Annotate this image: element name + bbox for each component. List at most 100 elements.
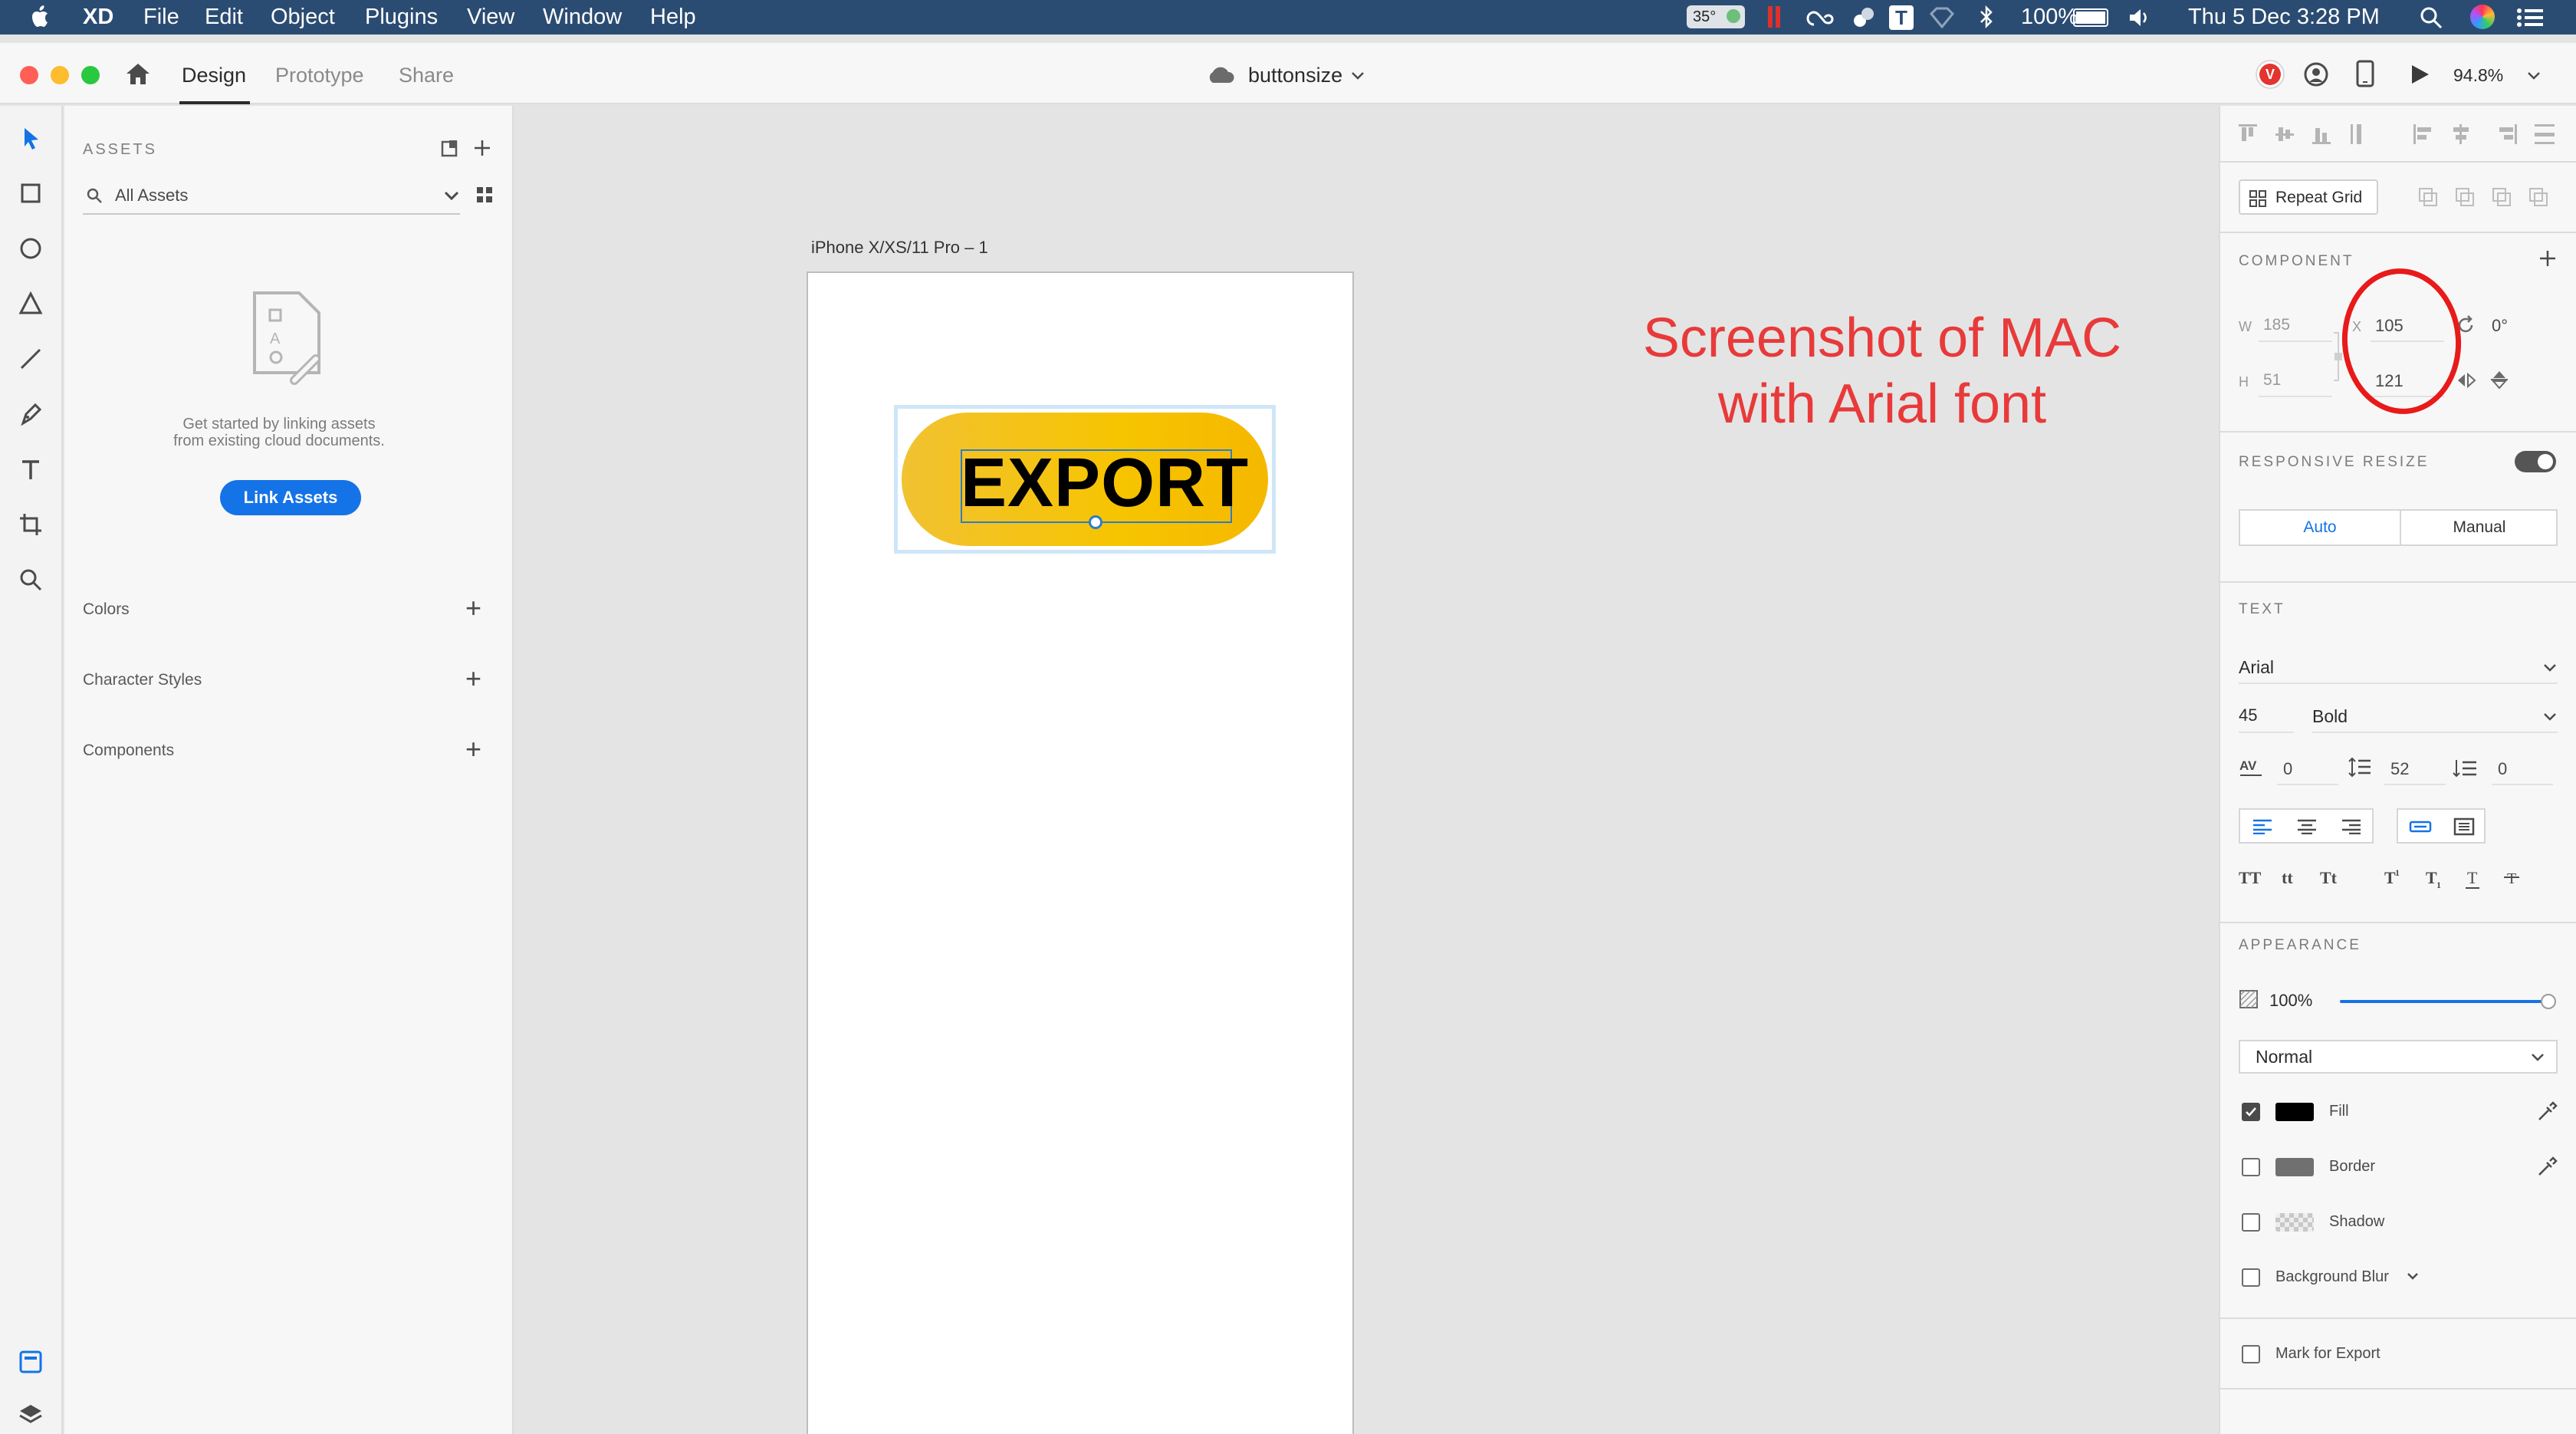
polygon-tool-icon[interactable] [17,290,44,317]
border-color-swatch[interactable] [2275,1158,2314,1176]
typeface-t-icon[interactable]: T [1889,5,1914,30]
menu-app-xd[interactable]: XD [83,4,113,30]
text-transform-icons[interactable]: TT tt Tt T1 T1 T T [2239,865,2561,891]
align-left-icon[interactable] [2252,819,2272,834]
add-asset-icon[interactable] [472,138,492,158]
layers-panel-icon[interactable] [17,1400,44,1428]
volume-icon[interactable] [2128,6,2153,29]
menu-plugins[interactable]: Plugins [365,4,438,30]
add-component-icon[interactable]: + [465,735,481,763]
share-user-icon[interactable] [2303,61,2329,87]
font-weight-dropdown[interactable]: Bold [2312,699,2558,733]
rectangle-tool-icon[interactable] [17,179,44,207]
assets-section-components[interactable]: Components + [83,735,481,763]
responsive-resize-toggle[interactable] [2515,451,2556,472]
rotation-value[interactable]: 0° [2492,316,2508,336]
window-zoom-button[interactable] [81,66,100,84]
tab-design[interactable]: Design [182,60,246,90]
home-icon[interactable] [124,61,152,86]
flip-horizontal-icon[interactable] [2455,370,2478,391]
border-checkbox[interactable] [2242,1158,2260,1176]
creative-cloud-icon[interactable] [1806,8,1837,28]
zoom-level[interactable]: 94.8% [2453,60,2503,90]
align-vertical-icons[interactable] [2237,121,2383,147]
background-blur-checkbox[interactable] [2242,1268,2260,1287]
artboard-label[interactable]: iPhone X/XS/11 Pro – 1 [811,238,988,258]
window-minimize-button[interactable] [51,66,69,84]
repeat-grid-button[interactable]: Repeat Grid [2239,179,2378,215]
grid-view-icon[interactable] [475,186,494,204]
export-button-label[interactable]: EXPORT [961,445,1248,521]
device-preview-icon[interactable] [2355,60,2375,87]
shadow-checkbox[interactable] [2242,1213,2260,1232]
assets-filter-dropdown[interactable]: All Assets [83,179,460,215]
menu-view[interactable]: View [467,4,514,30]
spotlight-search-icon[interactable] [2420,6,2443,29]
tab-prototype[interactable]: Prototype [275,60,364,90]
siri-icon[interactable] [2470,5,2495,29]
font-family-dropdown[interactable]: Arial [2239,650,2558,684]
assets-panel-icon[interactable] [17,1348,44,1376]
fill-eyedropper-icon[interactable] [2536,1100,2558,1123]
apple-logo-icon[interactable] [29,5,52,29]
opacity-value[interactable]: 100% [2269,991,2312,1011]
text-tool-icon[interactable] [17,456,44,483]
text-resize-handle[interactable] [1089,515,1102,529]
font-size-value[interactable]: 45 [2239,705,2257,725]
tab-share[interactable]: Share [399,60,454,90]
menu-object[interactable]: Object [271,4,335,30]
notification-center-icon[interactable] [2516,6,2544,29]
ellipse-tool-icon[interactable] [17,235,44,262]
open-cc-library-icon[interactable] [440,138,460,158]
droplets-icon[interactable] [1852,6,1875,29]
fill-checkbox[interactable] [2242,1103,2260,1121]
vpn-diamond-icon[interactable] [1929,6,1955,29]
assets-section-character-styles[interactable]: Character Styles + [83,665,481,692]
align-right-icon[interactable] [2341,819,2361,834]
add-character-style-icon[interactable]: + [465,665,481,692]
link-assets-button[interactable]: Link Assets [220,480,361,515]
zoom-tool-icon[interactable] [17,566,44,594]
chevron-down-icon[interactable] [1351,71,1365,81]
resize-auto-option[interactable]: Auto [2240,511,2400,544]
flip-vertical-icon[interactable] [2489,368,2510,391]
align-center-icon[interactable] [2297,819,2317,834]
user-avatar[interactable]: V [2256,60,2285,89]
play-preview-icon[interactable] [2409,63,2430,86]
menubar-clock[interactable]: Thu 5 Dec 3:28 PM [2188,4,2380,30]
temperature-widget[interactable]: 35° [1687,5,1745,28]
artboard-tool-icon[interactable] [17,511,44,538]
boolean-ops-icons[interactable] [2417,186,2562,209]
paragraph-spacing-value[interactable]: 0 [2498,759,2507,779]
menu-edit[interactable]: Edit [205,4,243,30]
window-close-button[interactable] [20,66,38,84]
select-tool-icon[interactable] [17,124,44,152]
align-horizontal-icons[interactable] [2412,121,2565,147]
border-eyedropper-icon[interactable] [2536,1155,2558,1178]
menu-file[interactable]: File [143,4,179,30]
auto-width-icon[interactable] [2409,819,2432,834]
fixed-size-icon[interactable] [2453,817,2475,836]
chevron-down-icon[interactable] [2406,1271,2420,1282]
line-spacing-value[interactable]: 52 [2390,759,2409,779]
assets-section-colors[interactable]: Colors + [83,594,481,622]
menu-help[interactable]: Help [650,4,696,30]
add-color-icon[interactable]: + [465,594,481,622]
line-tool-icon[interactable] [17,345,44,373]
opacity-slider-knob[interactable] [2541,994,2556,1009]
opacity-slider-track[interactable] [2340,1000,2547,1003]
zoom-chevron-down-icon[interactable] [2527,71,2541,81]
width-value[interactable]: 185 [2263,316,2290,334]
fill-color-swatch[interactable] [2275,1103,2314,1121]
mark-for-export-checkbox[interactable] [2242,1345,2260,1363]
add-component-icon[interactable] [2538,248,2558,268]
shadow-color-swatch[interactable] [2275,1213,2314,1232]
pen-tool-icon[interactable] [17,400,44,428]
bluetooth-icon[interactable] [1978,5,1995,29]
battery-icon[interactable] [2073,8,2108,27]
pause-bars-icon[interactable] [1768,6,1773,28]
menu-window[interactable]: Window [543,4,622,30]
height-value[interactable]: 51 [2263,371,2281,390]
document-title[interactable]: buttonsize [1248,60,1342,90]
char-spacing-value[interactable]: 0 [2283,759,2292,779]
